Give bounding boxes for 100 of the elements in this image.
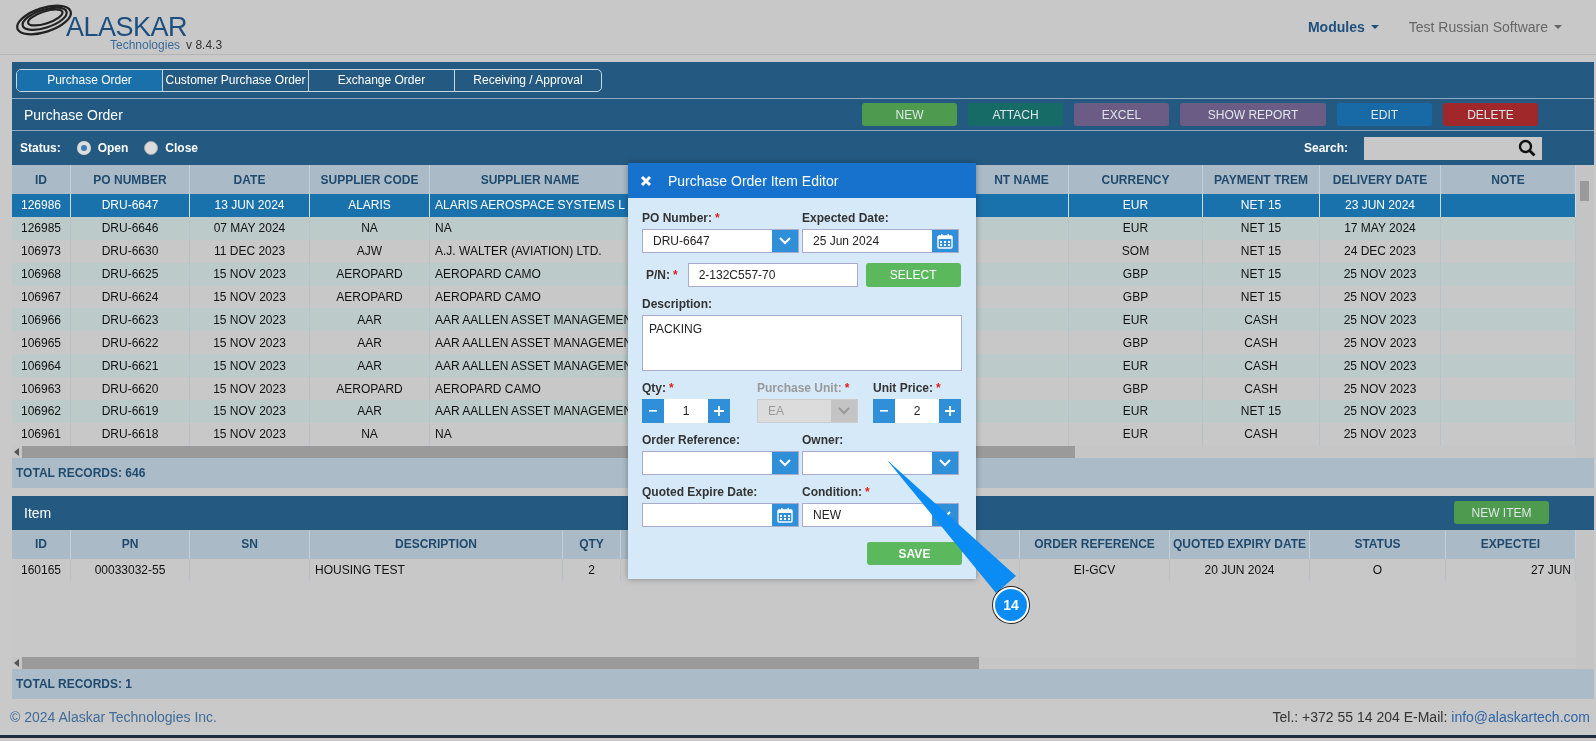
field-label: Quoted Expire Date: bbox=[642, 485, 759, 499]
table-cell: 25 NOV 2023 bbox=[1343, 427, 1417, 442]
table-cell: 27 JUN bbox=[1531, 562, 1571, 577]
field-label: Expected Date: bbox=[802, 211, 890, 225]
table-cell: AAR bbox=[357, 335, 382, 350]
table-cell: O bbox=[1372, 562, 1383, 577]
table-cell: 106967 bbox=[20, 290, 61, 304]
table-cell: 23 JUN 2024 bbox=[1344, 198, 1415, 213]
column-header: SN bbox=[190, 529, 310, 559]
table-cell: 25 NOV 2023 bbox=[1343, 358, 1417, 373]
field-value: 2 bbox=[913, 404, 921, 418]
table-cell: CASH bbox=[1244, 381, 1278, 396]
table-cell: EUR bbox=[1122, 404, 1149, 419]
table-cell: 15 NOV 2023 bbox=[213, 427, 286, 442]
version-label: v 8.4.3 bbox=[186, 38, 223, 52]
column-header: PN bbox=[71, 529, 190, 559]
table-cell: DRU-6647 bbox=[101, 198, 159, 213]
table-cell: 20 JUN 2024 bbox=[1204, 562, 1275, 577]
table-cell: 126985 bbox=[20, 221, 61, 236]
total-records: TOTAL RECORDS: 1 bbox=[12, 668, 1594, 699]
field-value: 2-132C557-70 bbox=[698, 268, 776, 282]
table-cell: GBP bbox=[1122, 290, 1149, 304]
table-cell: CASH bbox=[1244, 358, 1278, 373]
radio-label: Open bbox=[97, 141, 129, 155]
table-cell: EUR bbox=[1122, 427, 1149, 442]
table-cell: AEROPARD bbox=[336, 290, 403, 304]
field-label: Order Reference: bbox=[642, 433, 742, 447]
column-header: ORDER REFERENCE bbox=[1020, 529, 1170, 559]
table-cell: 106966 bbox=[20, 312, 61, 327]
table-cell: 25 NOV 2023 bbox=[1343, 381, 1417, 396]
field-label: Condition: * bbox=[802, 485, 871, 499]
table-cell: GBP bbox=[1122, 381, 1149, 396]
table-cell: 25 NOV 2023 bbox=[1343, 267, 1417, 282]
table-cell: EUR bbox=[1122, 358, 1149, 373]
table-cell: 15 NOV 2023 bbox=[213, 290, 286, 304]
table-cell: 15 NOV 2023 bbox=[213, 381, 286, 396]
table-cell: NET 15 bbox=[1240, 221, 1282, 236]
table-cell: AEROPARD bbox=[336, 267, 403, 282]
table-cell: 106963 bbox=[20, 381, 61, 396]
column-header: DESCRIPTION bbox=[310, 529, 563, 559]
table-cell: NA bbox=[361, 427, 378, 442]
table-cell: 11 DEC 2023 bbox=[213, 244, 286, 259]
table-cell: 25 NOV 2023 bbox=[1343, 404, 1417, 419]
table-cell: 17 MAY 2024 bbox=[1344, 221, 1416, 236]
table-cell: AEROPARD CAMO bbox=[435, 290, 541, 304]
field-value: NEW bbox=[813, 508, 841, 522]
table-cell: A.J. WALTER (AVIATION) LTD. bbox=[435, 244, 602, 259]
table-cell: 00033032-55 bbox=[94, 562, 166, 577]
panel-title: Purchase Order bbox=[24, 106, 123, 123]
table-cell: AEROPARD CAMO bbox=[435, 267, 541, 282]
contact-text: Tel.: +372 55 14 204 E-Mail: bbox=[1272, 708, 1448, 725]
table-cell: ALARIS bbox=[348, 198, 391, 213]
field-value: PACKING bbox=[649, 322, 703, 336]
search-label: Search: bbox=[1303, 141, 1348, 155]
table-cell: 126986 bbox=[20, 198, 61, 213]
field-value: 25 Jun 2024 bbox=[813, 234, 880, 248]
column-header: ID bbox=[12, 529, 71, 559]
table-cell: 24 DEC 2023 bbox=[1343, 244, 1416, 259]
table-cell: 15 NOV 2023 bbox=[213, 404, 286, 419]
field-value: EA bbox=[768, 404, 784, 418]
table-cell: 25 NOV 2023 bbox=[1343, 312, 1417, 327]
table-cell: CASH bbox=[1244, 312, 1278, 327]
table-cell: SOM bbox=[1121, 244, 1150, 259]
table-cell: NET 15 bbox=[1240, 290, 1282, 304]
table-cell: 15 NOV 2023 bbox=[213, 335, 286, 350]
table-cell: DRU-6623 bbox=[101, 312, 159, 327]
table-cell: EI-GCV bbox=[1073, 562, 1116, 577]
field-label: P/N: * bbox=[646, 268, 678, 282]
table-cell: AEROPARD bbox=[336, 381, 403, 396]
column-header: QUOTED EXPIRY DATE bbox=[1170, 529, 1310, 559]
table-cell: NA bbox=[435, 221, 452, 236]
field-label: PO Number: * bbox=[642, 211, 721, 225]
table-cell: 13 JUN 2024 bbox=[214, 198, 285, 213]
table-cell: 106968 bbox=[20, 267, 61, 282]
table-cell: GBP bbox=[1122, 267, 1149, 282]
table-cell: EUR bbox=[1122, 221, 1149, 236]
table-cell: NET 15 bbox=[1240, 267, 1282, 282]
table-cell: CASH bbox=[1244, 427, 1278, 442]
table-cell: NA bbox=[435, 427, 452, 442]
table-cell: 106964 bbox=[20, 358, 61, 373]
table-cell: DRU-6630 bbox=[101, 244, 159, 259]
field-label: Unit Price: * bbox=[873, 381, 942, 395]
table-cell: 106973 bbox=[20, 244, 61, 259]
table-cell: AAR bbox=[357, 404, 382, 419]
table-cell: NET 15 bbox=[1240, 198, 1282, 213]
table-cell: 160165 bbox=[20, 562, 61, 577]
table-cell: 2 bbox=[588, 562, 595, 577]
copyright-text: © 2024 Alaskar Technologies Inc. bbox=[10, 708, 217, 725]
table-cell: EUR bbox=[1122, 312, 1149, 327]
table-cell: DRU-6620 bbox=[101, 381, 159, 396]
table-cell: AJW bbox=[356, 244, 383, 259]
field-value: DRU-6647 bbox=[653, 234, 710, 248]
field-label: Owner: bbox=[802, 433, 845, 447]
table-cell: 15 NOV 2023 bbox=[213, 358, 286, 373]
table-cell: NA bbox=[361, 221, 378, 236]
table-cell: 07 MAY 2024 bbox=[213, 221, 286, 236]
table-cell: DRU-6624 bbox=[101, 290, 159, 304]
panel-title: Item bbox=[24, 504, 52, 521]
field-label: Qty: * bbox=[642, 381, 675, 395]
table-cell: GBP bbox=[1122, 335, 1149, 350]
